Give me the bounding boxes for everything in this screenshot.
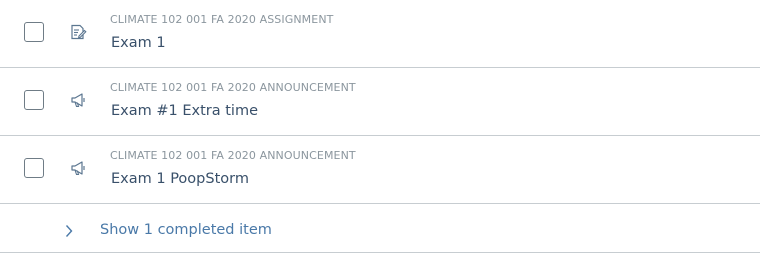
chevron-right-icon xyxy=(64,223,74,237)
announcement-icon xyxy=(69,159,87,177)
item-context: CLIMATE 102 001 FA 2020 ANNOUNCEMENT xyxy=(110,149,356,162)
list-item: CLIMATE 102 001 FA 2020 ANNOUNCEMENT Exa… xyxy=(0,68,760,136)
item-checkbox[interactable] xyxy=(24,158,44,178)
planner-item-list: CLIMATE 102 001 FA 2020 ASSIGNMENT Exam … xyxy=(0,0,760,253)
item-checkbox[interactable] xyxy=(24,22,44,42)
item-title[interactable]: Exam 1 PoopStorm xyxy=(111,171,249,187)
list-item: CLIMATE 102 001 FA 2020 ANNOUNCEMENT Exa… xyxy=(0,136,760,204)
item-title[interactable]: Exam 1 xyxy=(111,35,166,51)
item-context: CLIMATE 102 001 FA 2020 ANNOUNCEMENT xyxy=(110,81,356,94)
show-completed-toggle[interactable]: Show 1 completed item xyxy=(0,204,760,253)
assignment-icon xyxy=(69,23,87,41)
item-title[interactable]: Exam #1 Extra time xyxy=(111,103,258,119)
show-completed-label: Show 1 completed item xyxy=(100,222,272,238)
list-item: CLIMATE 102 001 FA 2020 ASSIGNMENT Exam … xyxy=(0,0,760,68)
announcement-icon xyxy=(69,91,87,109)
item-context: CLIMATE 102 001 FA 2020 ASSIGNMENT xyxy=(110,13,334,26)
item-checkbox[interactable] xyxy=(24,90,44,110)
